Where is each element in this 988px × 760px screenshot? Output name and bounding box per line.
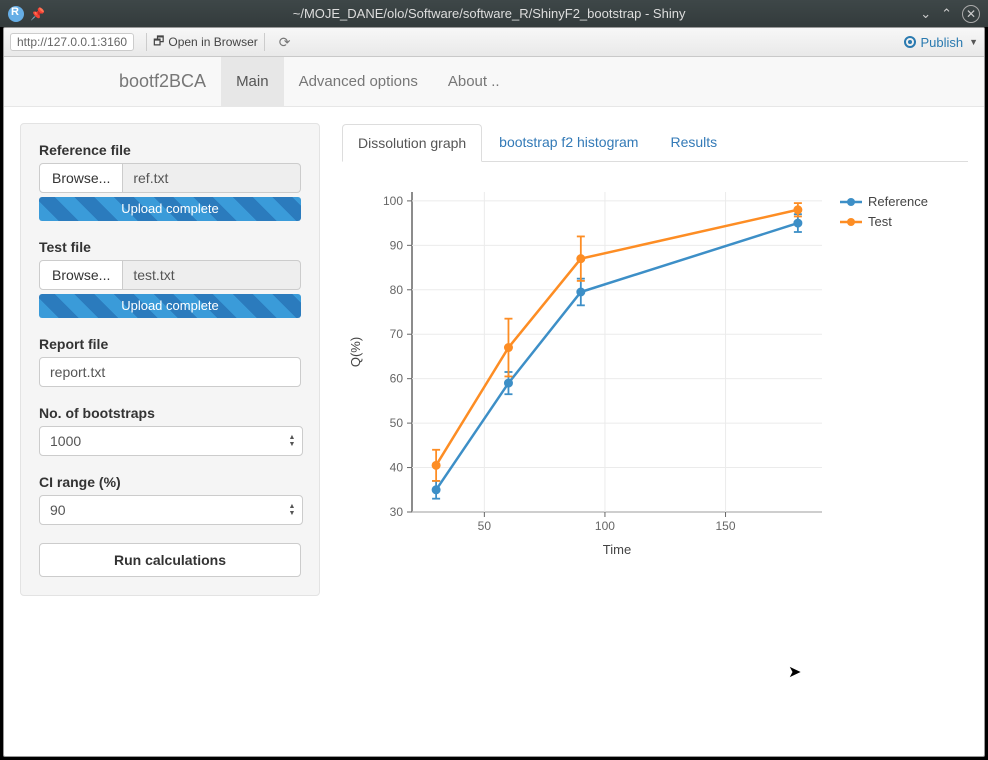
svg-text:100: 100 (595, 519, 615, 533)
ci-range-input[interactable] (39, 495, 303, 525)
svg-text:80: 80 (390, 283, 404, 297)
svg-text:Q(%): Q(%) (348, 337, 363, 367)
bootstraps-label: No. of bootstraps (39, 405, 301, 421)
url-field[interactable]: http://127.0.0.1:3160 (10, 33, 134, 51)
test-file-label: Test file (39, 239, 301, 255)
tabset: Dissolution graph bootstrap f2 histogram… (342, 123, 968, 162)
svg-text:50: 50 (390, 416, 404, 430)
svg-text:90: 90 (390, 238, 404, 252)
test-file-name: test.txt (123, 260, 301, 290)
viewer-toolbar: http://127.0.0.1:3160 🗗 Open in Browser … (4, 28, 984, 57)
test-upload-progress: Upload complete (39, 294, 301, 318)
svg-text:60: 60 (390, 372, 404, 386)
nav-main[interactable]: Main (221, 57, 284, 106)
navbar: bootf2BCA Main Advanced options About .. (4, 57, 984, 107)
run-calculations-button[interactable]: Run calculations (39, 543, 301, 577)
svg-text:Test: Test (868, 214, 892, 229)
reference-progress-text: Upload complete (39, 197, 301, 221)
svg-text:150: 150 (716, 519, 736, 533)
ci-range-label: CI range (%) (39, 474, 301, 490)
minimize-icon[interactable]: ⌄ (920, 6, 931, 22)
tab-dissolution-graph[interactable]: Dissolution graph (342, 124, 482, 162)
svg-text:30: 30 (390, 505, 404, 519)
close-icon[interactable]: ✕ (962, 5, 980, 23)
reference-browse-button[interactable]: Browse... (39, 163, 123, 193)
bootstraps-input[interactable] (39, 426, 303, 456)
svg-text:Reference: Reference (868, 194, 928, 209)
pin-icon[interactable]: 📌 (30, 7, 45, 21)
svg-text:Time: Time (603, 542, 631, 557)
window-title: ~/MOJE_DANE/olo/Software/software_R/Shin… (58, 6, 920, 21)
reference-upload-progress: Upload complete (39, 197, 301, 221)
app-brand: bootf2BCA (104, 57, 221, 106)
refresh-icon[interactable]: ⟳ (279, 34, 291, 51)
app-icon (8, 6, 24, 22)
separator (264, 33, 265, 51)
publish-label: Publish (920, 35, 963, 50)
nav-advanced[interactable]: Advanced options (284, 57, 433, 106)
browser-icon: 🗗 (153, 32, 164, 53)
bootstraps-stepper[interactable]: ▲▼ (283, 426, 301, 456)
ci-range-stepper[interactable]: ▲▼ (283, 495, 301, 525)
reference-file-name: ref.txt (123, 163, 301, 193)
report-file-input[interactable] (39, 357, 301, 387)
os-titlebar: 📌 ~/MOJE_DANE/olo/Software/software_R/Sh… (0, 0, 988, 27)
svg-text:50: 50 (478, 519, 492, 533)
test-browse-button[interactable]: Browse... (39, 260, 123, 290)
maximize-icon[interactable]: ⌃ (941, 6, 952, 22)
publish-button[interactable]: Publish ▼ (904, 35, 978, 50)
open-in-browser-label: Open in Browser (168, 35, 257, 49)
chevron-down-icon: ▼ (969, 37, 978, 47)
nav-about[interactable]: About .. (433, 57, 515, 106)
sidebar-panel: Reference file Browse... ref.txt Upload … (20, 123, 320, 596)
tab-results[interactable]: Results (655, 124, 732, 162)
test-progress-text: Upload complete (39, 294, 301, 318)
reference-file-label: Reference file (39, 142, 301, 158)
svg-text:70: 70 (390, 327, 404, 341)
svg-text:100: 100 (383, 194, 403, 208)
svg-text:40: 40 (390, 461, 404, 475)
report-file-label: Report file (39, 336, 301, 352)
tab-bootstrap-histogram[interactable]: bootstrap f2 histogram (484, 124, 653, 162)
dissolution-chart: 30 40 50 60 70 80 90 100 50 100 150 Time Q(%) Referen… (342, 182, 952, 562)
publish-icon (904, 36, 916, 48)
open-in-browser-button[interactable]: 🗗 Open in Browser (153, 32, 258, 53)
separator (146, 33, 147, 51)
